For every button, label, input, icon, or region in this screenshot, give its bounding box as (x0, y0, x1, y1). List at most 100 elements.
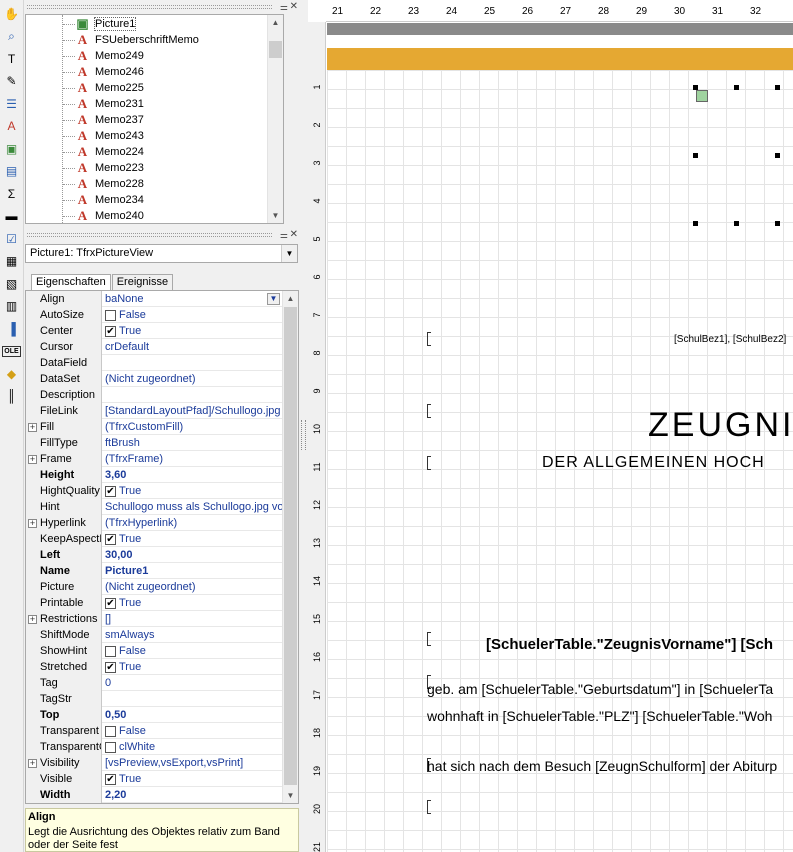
tree-item[interactable]: A Memo234 (76, 192, 144, 208)
chevron-down-icon[interactable]: ▼ (281, 245, 297, 262)
checkbox-icon[interactable]: ✔ (105, 661, 116, 673)
subtitle[interactable]: DER ALLGEMEINEN HOCH (542, 454, 765, 472)
property-row[interactable]: Printable ✔ True (26, 595, 283, 611)
property-value-cell[interactable]: [StandardLayoutPfad]/Schullogo.jpg (104, 403, 283, 419)
subreport-icon[interactable]: ▦ (2, 252, 21, 271)
tree-panel-titlebar[interactable]: ⚌ ✕ (24, 1, 300, 12)
brush-icon[interactable]: ✎ (2, 72, 21, 91)
property-value-cell[interactable]: smAlways (104, 627, 283, 643)
tree-item[interactable]: A Memo240 (76, 208, 144, 223)
tree-icon[interactable]: ☰ (2, 94, 21, 113)
property-row[interactable]: Fill + (TfrxCustomFill) (26, 419, 283, 435)
property-row[interactable]: Name Picture1 (26, 563, 283, 579)
property-value-cell[interactable]: ftBrush (104, 435, 283, 451)
property-value-cell[interactable] (104, 355, 283, 371)
expand-icon[interactable]: + (28, 759, 37, 768)
property-row[interactable]: TransparentColor clWhite (26, 739, 283, 755)
text-cursor-icon[interactable]: T (2, 49, 21, 68)
close-icon[interactable]: ✕ (290, 229, 298, 240)
school-line[interactable]: hat sich nach dem Besuch [ZeugnSchulform… (427, 758, 777, 774)
sum-icon[interactable]: Σ (2, 184, 21, 203)
checkbox-icon[interactable]: ☑ (2, 229, 21, 248)
richtext-icon[interactable]: ▧ (2, 274, 21, 293)
property-value-cell[interactable]: clWhite (104, 739, 283, 755)
tab-eigenschaften[interactable]: Eigenschaften (31, 274, 111, 291)
property-value-cell[interactable]: 0 (104, 675, 283, 691)
checkbox-icon[interactable] (105, 309, 116, 321)
property-value-cell[interactable]: (TfrxCustomFill) (104, 419, 283, 435)
property-row[interactable]: Align baNone ▼ (26, 291, 283, 307)
checkbox-icon[interactable] (105, 741, 116, 753)
ole-icon[interactable]: OLE (2, 345, 21, 357)
property-row[interactable]: Width 2,20 (26, 787, 283, 803)
property-row[interactable]: ShowHint False (26, 643, 283, 659)
property-row[interactable]: KeepAspectRatio✔True (26, 531, 283, 547)
checkbox-icon[interactable] (105, 645, 116, 657)
barcode-icon[interactable]: ▥ (2, 297, 21, 316)
selection-handle[interactable] (693, 153, 698, 158)
expand-icon[interactable]: + (28, 455, 37, 464)
property-value-cell[interactable]: baNone ▼ (104, 291, 283, 307)
property-value-cell[interactable]: ✔ True (104, 483, 283, 499)
picture-icon[interactable] (696, 90, 708, 102)
chart-icon[interactable]: ▐ (2, 319, 21, 338)
property-value-cell[interactable]: [vsPreview,vsExport,vsPrint] (104, 755, 283, 771)
tree-item[interactable]: A Memo246 (76, 64, 144, 80)
tree-item[interactable]: A Memo228 (76, 176, 144, 192)
barcode2-icon[interactable]: ║ (2, 387, 21, 406)
expand-icon[interactable]: + (28, 615, 37, 624)
property-row[interactable]: Visible ✔ True (26, 771, 283, 787)
property-row[interactable]: Cursor crDefault (26, 339, 283, 355)
property-row[interactable]: HightQuality ✔ True (26, 483, 283, 499)
birth-line[interactable]: geb. am [SchuelerTable."Geburtsdatum"] i… (427, 681, 773, 697)
chevron-down-icon[interactable]: ▼ (267, 293, 280, 305)
tree-scrollbar[interactable]: ▲ ▼ (267, 15, 283, 223)
tree-item[interactable]: A FSUeberschriftMemo (76, 32, 199, 48)
property-value-cell[interactable]: ✔ True (104, 323, 283, 339)
tree-item[interactable]: A Memo249 (76, 48, 144, 64)
property-row[interactable]: Tag 0 (26, 675, 283, 691)
property-row[interactable]: Stretched ✔ True (26, 659, 283, 675)
close-icon[interactable]: ✕ (290, 1, 298, 12)
property-row[interactable]: Visibility + [vsPreview,vsExport,vsPrint] (26, 755, 283, 771)
property-value-cell[interactable]: 2,20 (104, 787, 283, 803)
property-value-cell[interactable]: 0,50 (104, 707, 283, 723)
property-row[interactable]: Hyperlink + (TfrxHyperlink) (26, 515, 283, 531)
expand-icon[interactable]: + (28, 519, 37, 528)
tree-item[interactable]: A Memo237 (76, 112, 144, 128)
band-icon[interactable]: ▤ (2, 162, 21, 181)
property-row[interactable]: Transparent False (26, 723, 283, 739)
property-row[interactable]: DataField (26, 355, 283, 371)
report-page[interactable]: [SchulBez1], [SchulBez2] ZEUGNI DER ALLG… (327, 70, 793, 852)
property-value-cell[interactable] (104, 387, 283, 403)
expand-icon[interactable]: + (28, 423, 37, 432)
object-tree[interactable]: ▣ Picture1 A FSUeberschriftMemo A Memo249 A Mem… (25, 14, 284, 224)
tree-item[interactable]: A Memo224 (76, 144, 144, 160)
selection-handle[interactable] (734, 85, 739, 90)
property-value-cell[interactable]: (TfrxHyperlink) (104, 515, 283, 531)
property-value-cell[interactable]: False (104, 723, 283, 739)
checkbox-icon[interactable]: ✔ (105, 773, 116, 785)
report-design-area[interactable]: 21 22 23 24 25 26 27 28 29 30 31 32 1 2 3 4 5 6 7 8 9 10 11 12… (308, 0, 793, 852)
property-value-cell[interactable]: Schullogo muss als Schullogo.jpg vorli (104, 499, 283, 515)
selection-handle[interactable] (775, 85, 780, 90)
checkbox-icon[interactable]: ✔ (105, 533, 116, 545)
grid-scrollbar[interactable]: ▲ ▼ (282, 291, 298, 803)
property-value-cell[interactable]: [] (104, 611, 283, 627)
property-row[interactable]: ShiftMode smAlways (26, 627, 283, 643)
tree-item[interactable]: ▣ Picture1 (76, 16, 137, 32)
checkbox-icon[interactable]: ✔ (105, 325, 116, 337)
address-line[interactable]: wohnhaft in [SchuelerTable."PLZ"] [Schue… (427, 708, 772, 724)
property-value-cell[interactable]: 30,00 (104, 547, 283, 563)
line-icon[interactable]: ▬ (2, 207, 21, 226)
property-value-cell[interactable]: ✔ True (104, 531, 283, 547)
property-value-cell[interactable]: (TfrxFrame) (104, 451, 283, 467)
selection-handle[interactable] (775, 153, 780, 158)
property-row[interactable]: Height 3,60 (26, 467, 283, 483)
panel-splitter[interactable] (300, 0, 308, 852)
student-name-field[interactable]: [SchuelerTable."ZeugnisVorname"] [Sch (486, 636, 773, 653)
property-row[interactable]: Left 30,00 (26, 547, 283, 563)
property-grid[interactable]: Align baNone ▼ AutoSize False Center ✔ True Curs… (25, 290, 299, 804)
scroll-up-icon[interactable]: ▲ (283, 291, 298, 306)
property-value-cell[interactable]: crDefault (104, 339, 283, 355)
